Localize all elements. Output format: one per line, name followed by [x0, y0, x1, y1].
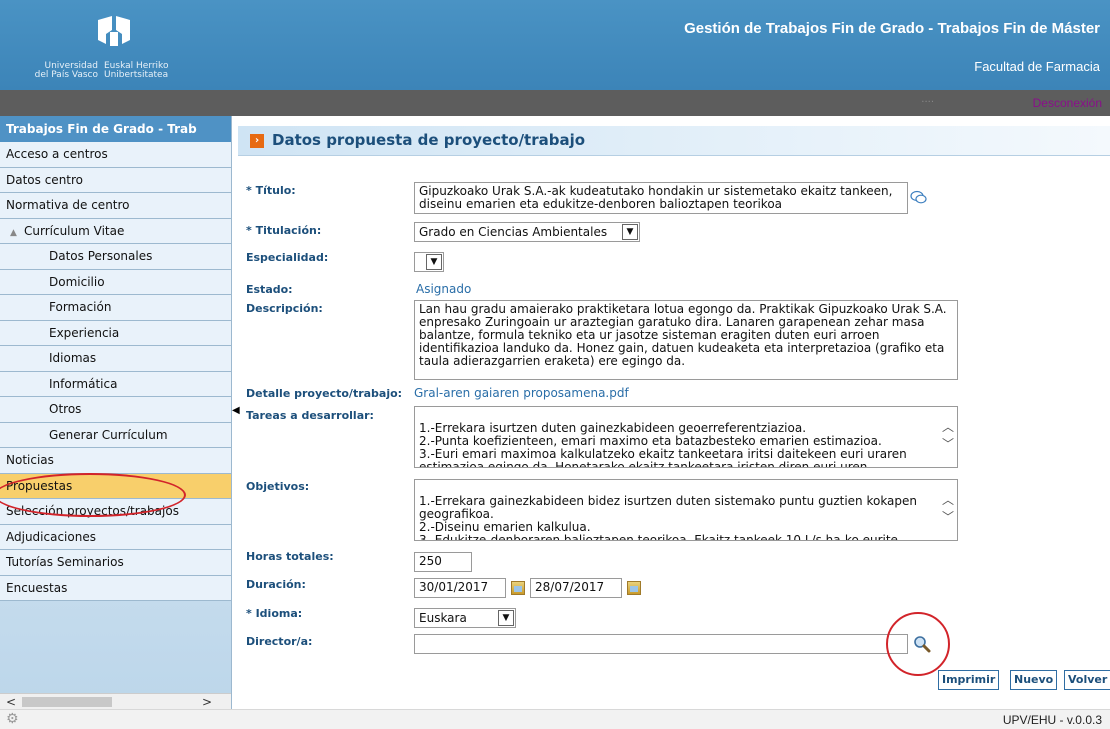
calendar-icon[interactable]	[627, 581, 641, 595]
sidebar-item-idiomas[interactable]: Idiomas	[0, 346, 231, 372]
scroll-down-icon[interactable]: ﹀	[941, 438, 955, 451]
highlight-circle-propuestas	[0, 473, 186, 517]
university-logo: Universidad del País Vasco Euskal Herrik…	[18, 8, 188, 80]
label-idioma: * Idioma:	[246, 607, 303, 620]
titulacion-value: Grado en Ciencias Ambientales	[419, 225, 608, 239]
section-title: Datos propuesta de proyecto/trabajo	[272, 131, 586, 149]
scroll-left-icon[interactable]: <	[6, 694, 16, 709]
sidebar-item-normativa[interactable]: Normativa de centro	[0, 193, 231, 219]
fecha-inicio-input[interactable]: 30/01/2017	[414, 578, 506, 598]
chevron-down-icon: ▼	[498, 610, 514, 626]
logout-link[interactable]: Desconexión	[1033, 96, 1102, 110]
chevron-down-icon: ▼	[622, 224, 638, 240]
nuevo-button[interactable]: Nuevo	[1010, 670, 1058, 690]
sidebar-title: Trabajos Fin de Grado - Trab	[0, 116, 231, 142]
scroll-up-icon[interactable]: ︿	[941, 421, 955, 434]
sidebar-item-datos-centro[interactable]: Datos centro	[0, 167, 231, 193]
highlight-circle-director-search	[886, 612, 950, 676]
faculty-name: Facultad de Farmacia	[974, 59, 1100, 74]
detalle-pdf-link[interactable]: Gral-aren gaiaren proposamena.pdf	[414, 386, 629, 400]
label-descripcion: Descripción:	[246, 302, 323, 315]
scrollbar-thumb[interactable]	[22, 697, 112, 707]
sidebar: Trabajos Fin de Grado - Trab Acceso a ce…	[0, 116, 232, 709]
sidebar-item-formacion[interactable]: Formación	[0, 295, 231, 321]
sidebar-item-datos-personales[interactable]: Datos Personales	[0, 244, 231, 270]
idioma-select[interactable]: Euskara ▼	[414, 608, 516, 628]
sidebar-item-encuestas[interactable]: Encuestas	[0, 575, 231, 601]
objetivos-text: 1.-Errekara gainezkabideen bidez isurtze…	[419, 494, 918, 541]
titulo-textarea[interactable]: Gipuzkoako Urak S.A.-ak kudeatutako hond…	[414, 182, 908, 214]
estado-value: Asignado	[416, 282, 472, 296]
label-estado: Estado:	[246, 283, 293, 296]
volver-button[interactable]: Volver	[1064, 670, 1110, 690]
especialidad-select[interactable]: ▼	[414, 252, 444, 272]
label-titulo: * Título:	[246, 184, 296, 197]
sidebar-item-tutorias[interactable]: Tutorías Seminarios	[0, 550, 231, 576]
descripcion-textarea[interactable]: Lan hau gradu amaierako praktiketara lot…	[414, 300, 958, 380]
label-objetivos: Objetivos:	[246, 480, 310, 493]
objetivos-textarea[interactable]: 1.-Errekara gainezkabideen bidez isurtze…	[414, 479, 958, 541]
tareas-scrollbar[interactable]: ︿ ﹀	[941, 409, 955, 451]
titulacion-select[interactable]: Grado en Ciencias Ambientales ▼	[414, 222, 640, 242]
comment-icon[interactable]	[910, 190, 928, 206]
sidebar-item-experiencia[interactable]: Experiencia	[0, 320, 231, 346]
idioma-value: Euskara	[419, 611, 467, 625]
label-horas: Horas totales:	[246, 550, 334, 563]
logo-text-eu: Euskal Herriko Unibertsitatea	[104, 61, 169, 80]
sidebar-horizontal-scrollbar[interactable]: < >	[0, 693, 231, 709]
top-bar: .... Desconexión	[0, 90, 1110, 116]
sidebar-item-label: Currículum Vitae	[24, 223, 125, 238]
label-tareas: Tareas a desarrollar:	[246, 409, 374, 422]
sidebar-item-noticias[interactable]: Noticias	[0, 448, 231, 474]
tareas-textarea[interactable]: 1.-Errekara isurtzen duten gainezkabidee…	[414, 406, 958, 468]
sidebar-item-acceso-centros[interactable]: Acceso a centros	[0, 142, 231, 168]
label-especialidad: Especialidad:	[246, 251, 329, 264]
director-input[interactable]	[414, 634, 908, 654]
label-detalle: Detalle proyecto/trabajo:	[246, 387, 403, 400]
gear-icon[interactable]: ⚙	[6, 711, 19, 727]
scroll-down-icon[interactable]: ﹀	[941, 511, 955, 524]
sidebar-item-adjudicaciones[interactable]: Adjudicaciones	[0, 524, 231, 550]
university-logo-mark	[98, 16, 130, 46]
sidebar-item-domicilio[interactable]: Domicilio	[0, 269, 231, 295]
version-label: UPV/EHU - v.0.0.3	[1002, 713, 1102, 727]
scroll-up-icon[interactable]: ︿	[941, 494, 955, 507]
imprimir-button[interactable]: Imprimir	[938, 670, 1000, 690]
label-duracion: Duración:	[246, 578, 306, 591]
main-content: › Datos propuesta de proyecto/trabajo * …	[238, 116, 1110, 709]
label-director: Director/a:	[246, 635, 313, 648]
scroll-right-icon[interactable]: >	[202, 694, 212, 709]
user-placeholder: ....	[921, 94, 934, 105]
sidebar-item-generar-curriculum[interactable]: Generar Currículum	[0, 422, 231, 448]
footer: ⚙ UPV/EHU - v.0.0.3	[0, 709, 1110, 729]
horas-input[interactable]: 250	[414, 552, 472, 572]
label-titulacion: * Titulación:	[246, 224, 322, 237]
app-title: Gestión de Trabajos Fin de Grado - Traba…	[684, 20, 1100, 37]
tareas-text: 1.-Errekara isurtzen duten gainezkabidee…	[419, 421, 907, 468]
objetivos-scrollbar[interactable]: ︿ ﹀	[941, 482, 955, 524]
section-header: › Datos propuesta de proyecto/trabajo	[238, 126, 1110, 156]
collapse-triangle-icon: ▲	[10, 227, 17, 238]
calendar-icon[interactable]	[511, 581, 525, 595]
app-header: Universidad del País Vasco Euskal Herrik…	[0, 0, 1110, 90]
chevron-down-icon: ▼	[426, 254, 442, 270]
sidebar-item-curriculum[interactable]: ▲ Currículum Vitae	[0, 218, 231, 244]
sidebar-item-otros[interactable]: Otros	[0, 397, 231, 423]
section-arrow-icon: ›	[250, 134, 264, 148]
sidebar-item-informatica[interactable]: Informática	[0, 371, 231, 397]
fecha-fin-input[interactable]: 28/07/2017	[530, 578, 622, 598]
logo-text-es: Universidad del País Vasco	[34, 61, 98, 80]
